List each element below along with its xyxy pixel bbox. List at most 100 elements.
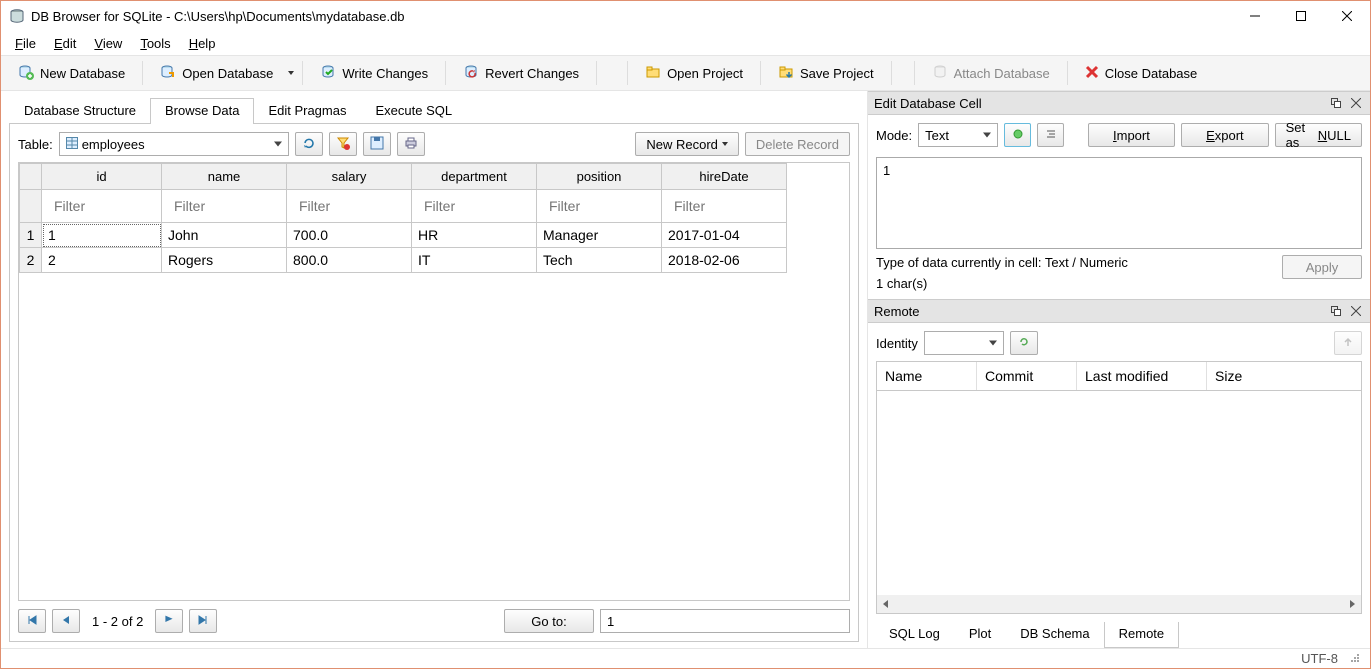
- table-cell[interactable]: 700.0: [287, 223, 412, 248]
- table-select[interactable]: employees: [59, 132, 289, 156]
- open-database-dropdown[interactable]: [286, 61, 296, 85]
- col-header[interactable]: Commit: [977, 362, 1077, 390]
- last-page-button[interactable]: [189, 609, 217, 633]
- col-header[interactable]: department: [412, 164, 537, 190]
- identity-select[interactable]: [924, 331, 1004, 355]
- col-header[interactable]: Last modified: [1077, 362, 1207, 390]
- save-table-button[interactable]: [363, 132, 391, 156]
- table-cell[interactable]: 2018-02-06: [662, 248, 787, 273]
- filter-input[interactable]: [418, 194, 530, 218]
- col-header[interactable]: hireDate: [662, 164, 787, 190]
- tab-execute-sql[interactable]: Execute SQL: [360, 98, 467, 124]
- set-null-button[interactable]: Set as NULL: [1275, 123, 1362, 147]
- clear-filters-button[interactable]: [329, 132, 357, 156]
- table-cell[interactable]: 1: [42, 223, 162, 248]
- table-icon: [66, 137, 78, 152]
- menu-help[interactable]: Help: [181, 34, 224, 53]
- tab-edit-pragmas[interactable]: Edit Pragmas: [253, 98, 361, 124]
- filter-input[interactable]: [168, 194, 280, 218]
- goto-input[interactable]: [600, 609, 850, 633]
- table-cell[interactable]: 2017-01-04: [662, 223, 787, 248]
- menu-file[interactable]: File: [7, 34, 44, 53]
- first-page-button[interactable]: [18, 609, 46, 633]
- tab-remote[interactable]: Remote: [1104, 622, 1180, 648]
- indent-button[interactable]: [1037, 123, 1064, 147]
- col-header[interactable]: Name: [877, 362, 977, 390]
- row-number[interactable]: 2: [20, 248, 42, 273]
- new-database-button[interactable]: New Database: [7, 59, 136, 88]
- attach-database-button[interactable]: Attach Database: [921, 59, 1061, 88]
- close-x-icon: [1085, 65, 1099, 82]
- goto-button[interactable]: Go to:: [504, 609, 594, 633]
- toolbar-label: Save Project: [800, 66, 874, 81]
- remote-scrollbar[interactable]: [877, 595, 1361, 613]
- table-cell[interactable]: John: [162, 223, 287, 248]
- toolbar-separator: [302, 61, 303, 85]
- toolbar-separator: [760, 61, 761, 85]
- next-page-button[interactable]: [155, 609, 183, 633]
- menu-edit[interactable]: Edit: [46, 34, 84, 53]
- revert-changes-button[interactable]: Revert Changes: [452, 59, 590, 88]
- menu-view[interactable]: View: [86, 34, 130, 53]
- write-changes-button[interactable]: Write Changes: [309, 59, 439, 88]
- table-cell[interactable]: 2: [42, 248, 162, 273]
- table-cell[interactable]: 800.0: [287, 248, 412, 273]
- tab-browse-data[interactable]: Browse Data: [150, 98, 254, 124]
- table-cell[interactable]: IT: [412, 248, 537, 273]
- table-cell[interactable]: HR: [412, 223, 537, 248]
- filter-input[interactable]: [668, 194, 780, 218]
- scroll-right-icon[interactable]: [1343, 595, 1361, 613]
- col-header[interactable]: Size: [1207, 362, 1361, 390]
- minimize-button[interactable]: [1232, 1, 1278, 31]
- col-header[interactable]: name: [162, 164, 287, 190]
- scroll-left-icon[interactable]: [877, 595, 895, 613]
- save-project-button[interactable]: Save Project: [767, 59, 885, 88]
- tab-plot[interactable]: Plot: [954, 622, 1006, 648]
- row-number[interactable]: 1: [20, 223, 42, 248]
- col-header[interactable]: id: [42, 164, 162, 190]
- refresh-identity-button[interactable]: [1010, 331, 1038, 355]
- apply-button[interactable]: Apply: [1282, 255, 1362, 279]
- delete-record-button[interactable]: Delete Record: [745, 132, 850, 156]
- new-record-button[interactable]: New Record: [635, 132, 739, 156]
- tab-db-schema[interactable]: DB Schema: [1005, 622, 1104, 648]
- menu-tools[interactable]: Tools: [132, 34, 178, 53]
- push-button[interactable]: [1334, 331, 1362, 355]
- maximize-button[interactable]: [1278, 1, 1324, 31]
- col-header[interactable]: position: [537, 164, 662, 190]
- open-database-button[interactable]: Open Database: [149, 59, 284, 88]
- close-panel-icon[interactable]: [1348, 303, 1364, 319]
- cell-value-editor[interactable]: 1: [876, 157, 1362, 249]
- filter-input[interactable]: [48, 194, 155, 218]
- print-button[interactable]: [397, 132, 425, 156]
- undock-icon[interactable]: [1328, 95, 1344, 111]
- filter-input[interactable]: [293, 194, 405, 218]
- col-header[interactable]: salary: [287, 164, 412, 190]
- close-database-button[interactable]: Close Database: [1074, 60, 1209, 87]
- table-row[interactable]: 1 1 John 700.0 HR Manager 2017-01-04: [20, 223, 849, 248]
- close-panel-icon[interactable]: [1348, 95, 1364, 111]
- button-label: Go to:: [531, 614, 566, 629]
- undock-icon[interactable]: [1328, 303, 1344, 319]
- table-row[interactable]: 2 2 Rogers 800.0 IT Tech 2018-02-06: [20, 248, 849, 273]
- database-revert-icon: [463, 64, 479, 83]
- identity-label: Identity: [876, 336, 918, 351]
- mode-select[interactable]: Text: [918, 123, 998, 147]
- prev-page-button[interactable]: [52, 609, 80, 633]
- table-cell[interactable]: Rogers: [162, 248, 287, 273]
- remote-content: [877, 391, 1361, 595]
- resize-grip-icon[interactable]: [1348, 651, 1360, 666]
- close-button[interactable]: [1324, 1, 1370, 31]
- tab-sql-log[interactable]: SQL Log: [874, 622, 955, 648]
- table-cell[interactable]: Manager: [537, 223, 662, 248]
- remote-body: Identity Name Commit Last modified Size: [868, 323, 1370, 622]
- tab-database-structure[interactable]: Database Structure: [9, 98, 151, 124]
- export-button[interactable]: Export: [1181, 123, 1268, 147]
- table-cell[interactable]: Tech: [537, 248, 662, 273]
- print-icon: [404, 136, 418, 153]
- refresh-button[interactable]: [295, 132, 323, 156]
- auto-format-button[interactable]: [1004, 123, 1031, 147]
- filter-input[interactable]: [543, 194, 655, 218]
- import-button[interactable]: Import: [1088, 123, 1175, 147]
- open-project-button[interactable]: Open Project: [634, 59, 754, 88]
